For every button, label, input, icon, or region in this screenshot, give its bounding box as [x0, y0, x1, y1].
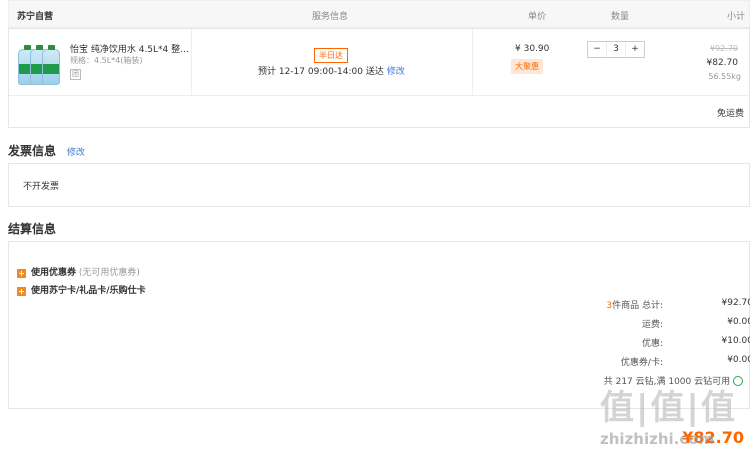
quantity-value[interactable]: 3 — [606, 42, 626, 57]
service-tag: 半日达 — [314, 48, 348, 63]
modify-delivery-link[interactable]: 修改 — [387, 67, 405, 77]
expand-plus-icon[interactable]: + — [17, 269, 26, 278]
decrease-quantity-button[interactable]: − — [588, 42, 606, 57]
invoice-value: 不开发票 — [23, 182, 60, 192]
coupon-card-value: ¥0.00 — [727, 355, 750, 365]
summary-shipping: 运费: ¥0.00 — [569, 317, 750, 330]
big-sale-tag: 大聚惠 — [511, 59, 543, 74]
coupon-card-label: 优惠券/卡: — [620, 358, 663, 368]
row-divider — [9, 95, 749, 96]
shipping-label: 运费: — [641, 320, 663, 330]
original-total: ¥92.70 — [710, 44, 738, 53]
items-total-label: 件商品 总计: — [612, 301, 663, 311]
group-badge-icon: 团 — [70, 69, 81, 80]
unit-price: ¥ 30.90 — [515, 44, 550, 54]
use-card-row[interactable]: + 使用苏宁卡/礼品卡/乐购仕卡 — [17, 283, 146, 296]
column-divider — [472, 29, 473, 95]
site-watermark-text: zhizhizhi.com — [600, 430, 715, 448]
site-watermark-logo: 值|值|值 — [600, 388, 737, 428]
discount-label: 优惠: — [641, 339, 663, 349]
shipping-note: 免运费 — [716, 109, 744, 119]
quantity-stepper[interactable]: − 3 + — [587, 41, 645, 58]
subtotal-column-header: 小计 — [727, 12, 746, 22]
invoice-title: 发票信息 — [8, 144, 57, 158]
expand-plus-icon[interactable]: + — [17, 287, 26, 296]
use-card-label[interactable]: 使用苏宁卡/礼品卡/乐购仕卡 — [31, 286, 146, 296]
items-total-value: ¥92.70 — [721, 298, 750, 308]
store-name: 苏宁自营 — [17, 12, 54, 22]
service-column-header: 服务信息 — [312, 12, 349, 22]
delivery-info: 预计 12-17 09:00-14:00 送达 修改 — [258, 64, 405, 77]
coupon-availability-note: (无可用优惠券) — [78, 268, 140, 278]
quantity-column-header: 数量 — [611, 12, 630, 22]
modify-invoice-link[interactable]: 修改 — [67, 148, 85, 158]
summary-items-total: 3件商品 总计: ¥92.70 — [569, 298, 750, 311]
summary-coupon-card: 优惠券/卡: ¥0.00 — [569, 355, 750, 368]
group-buy-badge: 团 — [70, 69, 81, 80]
item-weight: 56.55kg — [708, 72, 741, 81]
invoice-header: 发票信息 修改 — [8, 142, 85, 159]
column-divider — [191, 29, 192, 95]
cart-header-row: 苏宁自营 服务信息 单价 数量 小计 — [8, 0, 750, 28]
half-day-delivery-badge: 半日达 — [314, 48, 348, 63]
unit-price-column-header: 单价 — [528, 12, 547, 22]
water-bottles-image[interactable] — [16, 39, 64, 87]
discount-value: ¥10.00 — [721, 336, 750, 346]
item-subtotal: ¥82.70 — [706, 58, 739, 68]
product-spec: 规格：4.5L*4(箱装) — [70, 56, 143, 65]
increase-quantity-button[interactable]: + — [626, 42, 644, 57]
invoice-box: 不开发票 — [8, 163, 750, 207]
delivery-time: 预计 12-17 09:00-14:00 送达 — [258, 67, 384, 77]
product-name-link[interactable]: 怡宝 纯净饮用水 4.5L*4 整... — [70, 42, 189, 55]
settlement-title: 结算信息 — [8, 222, 57, 236]
sale-tag-wrap: 大聚惠 — [511, 59, 543, 74]
use-coupon-label[interactable]: 使用优惠券 — [31, 268, 76, 278]
settlement-header: 结算信息 — [8, 220, 56, 237]
summary-discount: 优惠: ¥10.00 — [569, 336, 750, 349]
product-section: 怡宝 纯净饮用水 4.5L*4 整... 规格：4.5L*4(箱装) 团 半日达… — [8, 28, 750, 128]
shipping-value: ¥0.00 — [727, 317, 750, 327]
use-coupon-row[interactable]: + 使用优惠券 (无可用优惠券) — [17, 265, 140, 278]
